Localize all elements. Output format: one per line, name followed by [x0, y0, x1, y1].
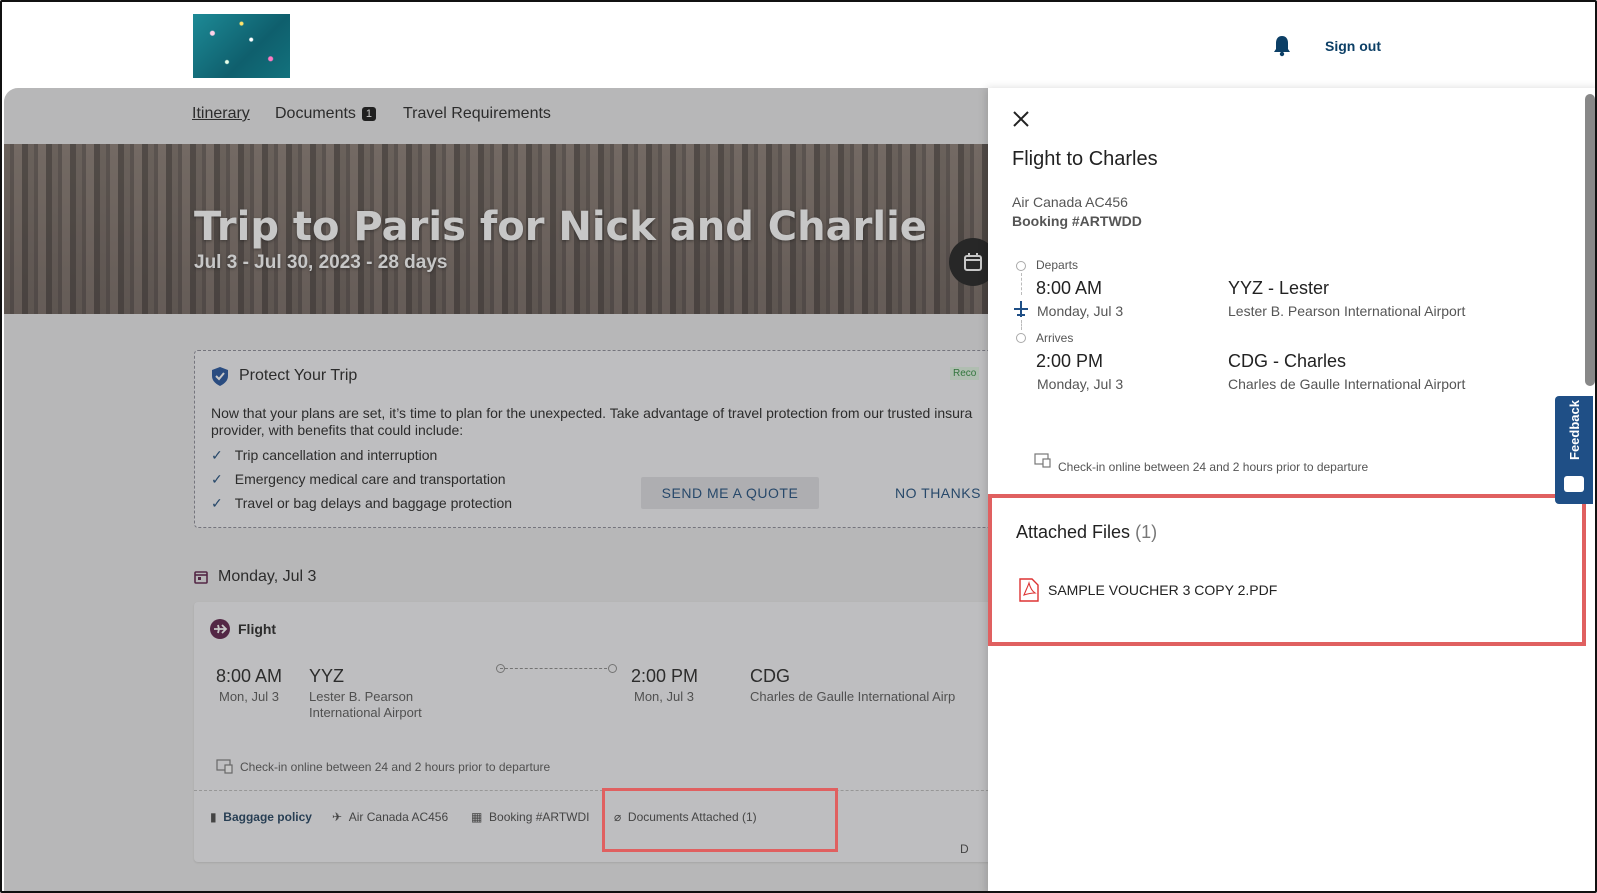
airplane-icon [210, 619, 230, 639]
pdf-file-icon [1019, 578, 1039, 602]
protect-title: Protect Your Trip [239, 367, 358, 384]
benefits-list: ✓ Trip cancellation and interruption ✓ Eme… [211, 447, 512, 519]
panel-checkin-note: Check-in online between 24 and 2 hours p… [1058, 460, 1369, 474]
calendar-icon [964, 253, 982, 271]
tab-itinerary[interactable]: Itinerary [192, 105, 250, 123]
arrive-date: Mon, Jul 3 [634, 689, 694, 704]
tab-documents-label: Documents [275, 105, 356, 122]
booking-label: Booking #ARTWDI [489, 810, 590, 824]
benefit-label: Emergency medical care and transportatio… [234, 471, 506, 487]
tab-travel-requirements[interactable]: Travel Requirements [403, 105, 551, 123]
checkin-icon [1034, 453, 1051, 468]
panel-arrive-time: 2:00 PM [1036, 351, 1104, 371]
flight-details-panel: Flight to Charles Air Canada AC456 Booki… [988, 88, 1595, 891]
documents-attached-highlight [602, 788, 838, 852]
feedback-tab[interactable]: Feedback [1555, 396, 1593, 504]
arrive-timeline-dot [1016, 333, 1026, 343]
timeline-line [1021, 320, 1022, 330]
calendar-day-icon [194, 571, 208, 584]
baggage-policy-label: Baggage policy [223, 810, 312, 824]
benefit-label: Trip cancellation and interruption [234, 447, 438, 463]
sign-out-link[interactable]: Sign out [1325, 38, 1381, 54]
arrive-code: CDG [750, 666, 790, 686]
airline-info: ✈ Air Canada AC456 [332, 810, 448, 824]
attached-file-link[interactable]: SAMPLE VOUCHER 3 COPY 2.PDF [1048, 582, 1277, 598]
top-header: Sign out [2, 2, 1595, 88]
benefit-label: Travel or bag delays and baggage protect… [234, 495, 513, 511]
protect-description: Now that your plans are set, it’s time t… [211, 405, 973, 438]
attached-files-count: (1) [1135, 522, 1158, 542]
day-heading: Monday, Jul 3 [218, 568, 317, 585]
ticket-icon: ▦ [471, 810, 483, 824]
booking-info: ▦ Booking #ARTWDI [471, 810, 590, 824]
panel-arrive-code: CDG - Charles [1228, 351, 1347, 371]
attached-files-title: Attached Files (1) [1016, 522, 1157, 543]
panel-title: Flight to Charles [1012, 148, 1158, 170]
depart-code: YYZ [309, 666, 345, 686]
depart-airport-line1: Lester B. Pearson [309, 689, 414, 704]
details-link[interactable]: D [960, 842, 969, 856]
panel-depart-date: Monday, Jul 3 [1037, 303, 1124, 319]
check-icon: ✓ [211, 495, 223, 511]
plane-takeoff-icon: ✈ [332, 810, 343, 824]
depart-timeline-dot [1016, 261, 1026, 271]
attached-files-label: Attached Files [1016, 522, 1131, 542]
luggage-icon: ▮ [210, 810, 217, 824]
panel-airline: Air Canada AC456 [1012, 194, 1128, 210]
flight-type-label: Flight [238, 621, 277, 637]
benefit-item: ✓ Travel or bag delays and baggage protec… [211, 495, 512, 519]
checkin-icon [216, 759, 233, 774]
check-icon: ✓ [211, 471, 223, 487]
timeline-line [1021, 273, 1022, 295]
app-frame: Sign out Itinerary Documents 1 Travel Req… [0, 0, 1597, 893]
departs-label: Departs [1036, 258, 1079, 272]
panel-booking: Booking #ARTWDD [1012, 213, 1142, 229]
panel-depart-airport: Lester B. Pearson International Airport [1228, 303, 1466, 319]
benefit-item: ✓ Emergency medical care and transportati… [211, 471, 512, 495]
check-icon: ✓ [211, 447, 223, 463]
baggage-policy-link[interactable]: ▮ Baggage policy [210, 810, 312, 824]
panel-depart-code: YYZ - Lester [1228, 278, 1330, 298]
panel-arrive-date: Monday, Jul 3 [1037, 376, 1124, 392]
trip-dates: Jul 3 - Jul 30, 2023 - 28 days [194, 252, 448, 273]
panel-scrollbar[interactable] [1585, 94, 1595, 386]
documents-count-badge: 1 [361, 107, 377, 121]
route-line [500, 668, 612, 669]
feedback-chat-icon [1564, 476, 1584, 492]
depart-time: 8:00 AM [216, 666, 283, 686]
depart-date: Mon, Jul 3 [219, 689, 279, 704]
checkin-note: Check-in online between 24 and 2 hours p… [240, 760, 551, 774]
recommended-badge: Reco [950, 367, 980, 380]
arrive-airport: Charles de Gaulle International Airp [750, 689, 956, 704]
feedback-label: Feedback [1567, 400, 1582, 460]
shield-icon [212, 367, 228, 386]
close-icon[interactable] [1012, 110, 1030, 128]
airline-label: Air Canada AC456 [348, 810, 449, 824]
panel-depart-time: 8:00 AM [1036, 278, 1103, 298]
arrive-time: 2:00 PM [631, 666, 699, 686]
bell-icon[interactable] [1272, 35, 1292, 57]
tab-documents[interactable]: Documents 1 [275, 105, 377, 123]
airplane-icon [1014, 301, 1028, 317]
attached-files-section: Attached Files (1) SAMPLE VOUCHER 3 COPY… [988, 494, 1586, 646]
depart-airport-line2: International Airport [309, 705, 422, 720]
arrives-label: Arrives [1036, 331, 1074, 345]
panel-arrive-airport: Charles de Gaulle International Airport [1228, 376, 1466, 392]
route-end-dot [608, 664, 617, 673]
company-logo[interactable] [193, 14, 290, 78]
trip-title: Trip to Paris for Nick and Charlie [194, 204, 927, 250]
benefit-item: ✓ Trip cancellation and interruption [211, 447, 512, 471]
protect-trip-card: Protect Your Trip Reco Now that your pla… [194, 350, 1014, 528]
no-thanks-button[interactable]: NO THANKS [895, 485, 981, 501]
send-quote-button[interactable]: SEND ME A QUOTE [641, 477, 819, 509]
